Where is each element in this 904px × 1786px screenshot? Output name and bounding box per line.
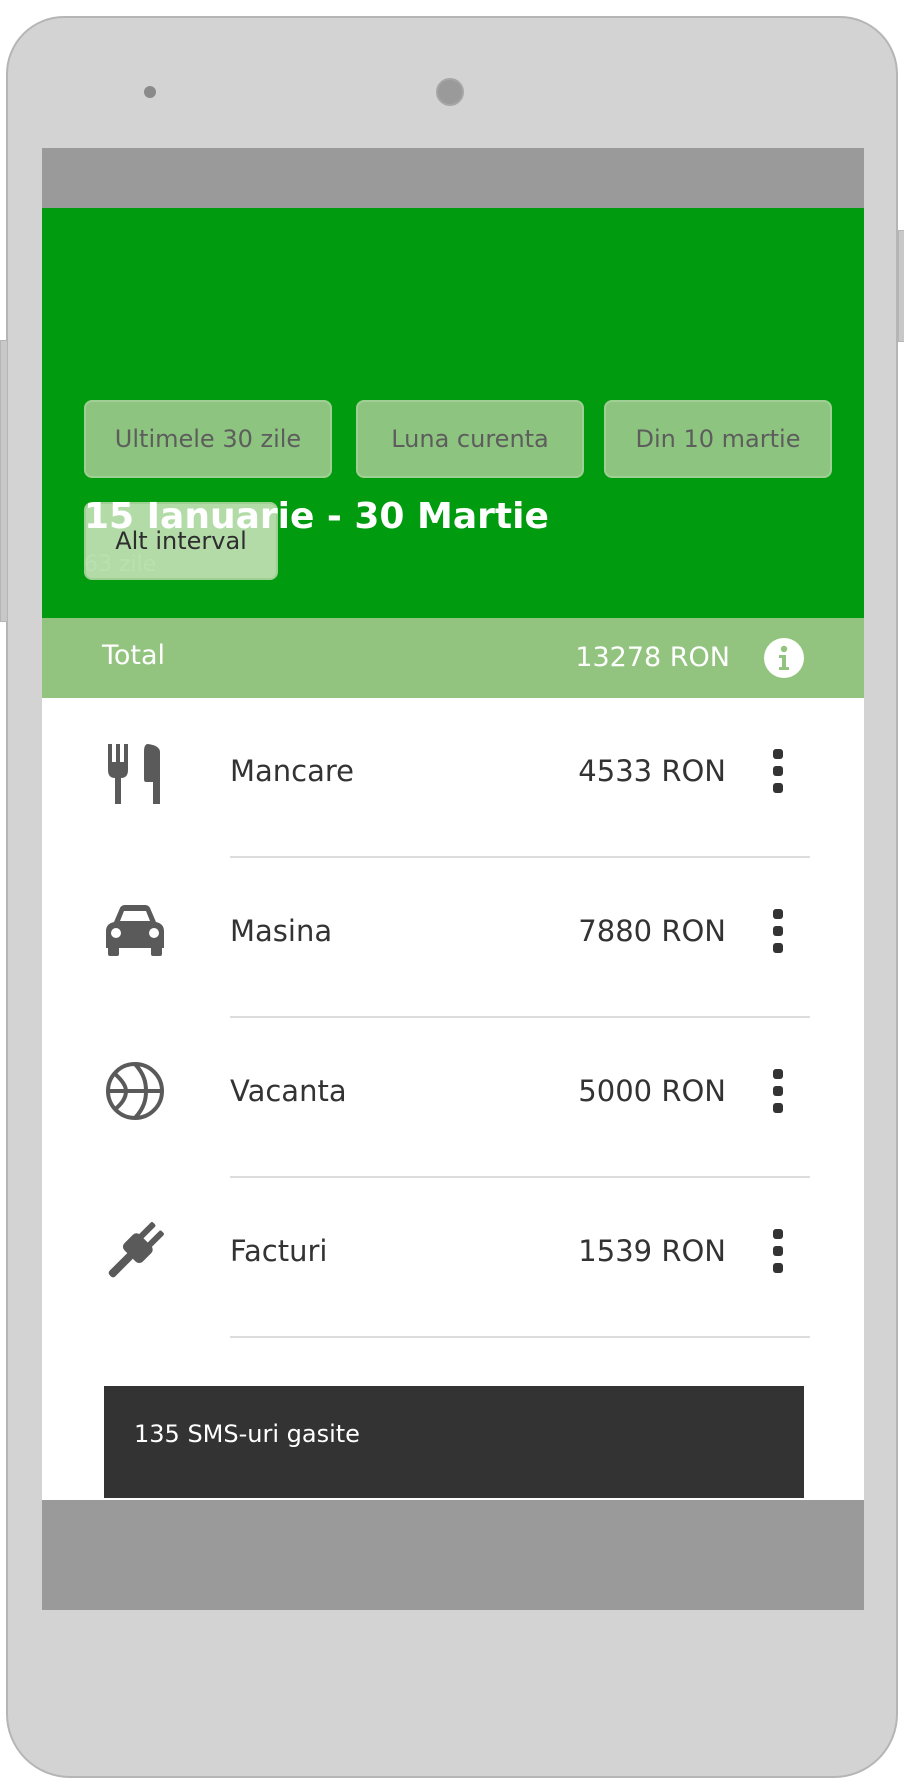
front-camera (436, 78, 464, 106)
total-label: Total (102, 640, 166, 671)
category-label: Mancare (230, 754, 355, 788)
category-amount: 7880 RON (578, 914, 726, 948)
category-row-masina[interactable]: Masina 7880 RON (42, 858, 864, 1018)
proximity-sensor (144, 86, 156, 98)
more-options-icon[interactable] (772, 1228, 784, 1274)
total-bar: Total 13278 RON (42, 618, 864, 698)
category-amount: 1539 RON (578, 1234, 726, 1268)
category-row-vacanta[interactable]: Vacanta 5000 RON (42, 1018, 864, 1178)
total-value: 13278 RON (575, 642, 730, 673)
volume-button (0, 340, 8, 622)
filter-last-30-days-button[interactable]: Ultimele 30 zile (84, 400, 332, 478)
plug-icon (108, 1222, 164, 1278)
category-amount: 4533 RON (578, 754, 726, 788)
more-options-icon[interactable] (772, 1068, 784, 1114)
period-header: Ultimele 30 zile Luna curenta Din 10 mar… (42, 208, 864, 618)
category-row-mancare[interactable]: Mancare 4533 RON (42, 698, 864, 858)
date-range-days: 63 zile (84, 552, 157, 577)
cutlery-icon (108, 744, 160, 804)
status-bar (42, 148, 864, 208)
power-button (898, 230, 904, 342)
date-range-title: 15 Ianuarie - 30 Martie (84, 496, 549, 537)
category-row-facturi[interactable]: Facturi 1539 RON (42, 1178, 864, 1338)
phone-screen: Ultimele 30 zile Luna curenta Din 10 mar… (42, 148, 864, 1610)
filter-since-march-10-button[interactable]: Din 10 martie (604, 400, 832, 478)
basketball-icon (106, 1062, 164, 1120)
row-divider (230, 1336, 810, 1338)
navigation-bar (42, 1500, 864, 1610)
snackbar: 135 SMS-uri gasite (104, 1386, 804, 1498)
category-label: Vacanta (230, 1074, 347, 1108)
category-label: Facturi (230, 1234, 328, 1268)
filter-current-month-button[interactable]: Luna curenta (356, 400, 584, 478)
more-options-icon[interactable] (772, 748, 784, 794)
snackbar-text: 135 SMS-uri gasite (134, 1420, 360, 1448)
category-label: Masina (230, 914, 333, 948)
more-options-icon[interactable] (772, 908, 784, 954)
car-icon (106, 905, 164, 956)
info-icon[interactable] (764, 638, 804, 678)
category-amount: 5000 RON (578, 1074, 726, 1108)
